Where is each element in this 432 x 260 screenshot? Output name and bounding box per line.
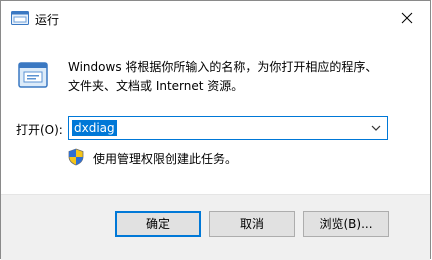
run-program-icon: [17, 59, 49, 91]
window-title: 运行: [35, 13, 60, 27]
run-dialog-icon: [11, 10, 29, 26]
title-bar[interactable]: 运行: [1, 1, 430, 35]
open-input-value[interactable]: dxdiag: [72, 120, 117, 136]
ok-button[interactable]: 确定: [115, 211, 201, 237]
open-combobox[interactable]: dxdiag: [68, 116, 388, 140]
description-line-1: Windows 将根据你所输入的名称，为你打开相应的程序、: [68, 60, 378, 74]
browse-button[interactable]: 浏览(B)...: [303, 211, 389, 237]
chevron-down-icon[interactable]: [371, 125, 381, 131]
button-bar: 确定 取消 浏览(B)...: [1, 194, 430, 260]
description: Windows 将根据你所输入的名称，为你打开相应的程序、 文件夹、文档或 In…: [68, 58, 408, 96]
description-line-2: 文件夹、文档或 Internet 资源。: [68, 79, 244, 93]
close-icon: [401, 12, 413, 24]
open-label: 打开(O):: [16, 123, 63, 137]
close-button[interactable]: [384, 1, 430, 35]
shield-icon: [67, 148, 85, 166]
cancel-button[interactable]: 取消: [209, 211, 295, 237]
admin-privilege-note: 使用管理权限创建此任务。: [93, 152, 238, 166]
run-dialog: 运行 Windows 将根据你所输入的名称，为你打开相应的程序、 文件夹、文档或…: [0, 0, 431, 260]
